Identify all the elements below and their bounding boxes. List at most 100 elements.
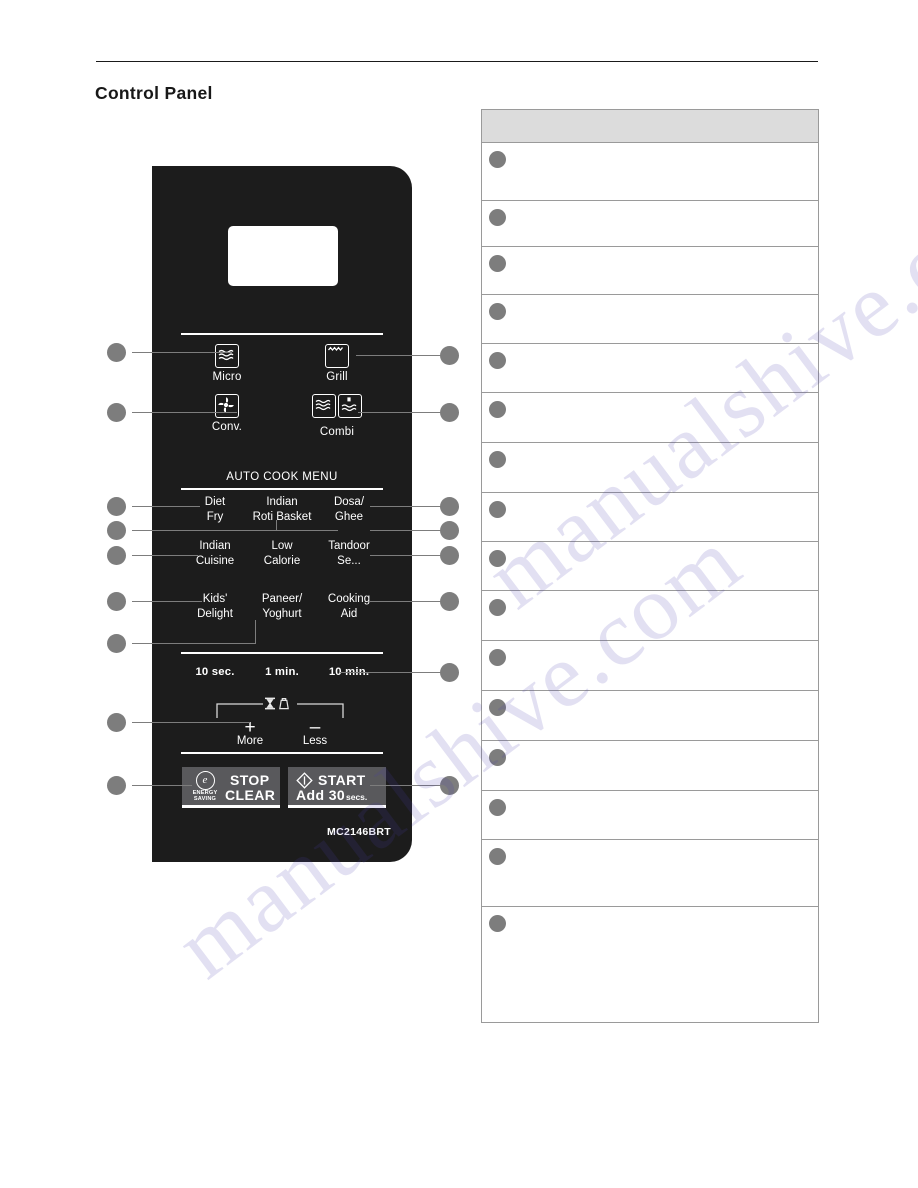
row-marker-icon <box>489 799 506 816</box>
callout-leader-14 <box>370 555 442 557</box>
callout-dot-3[interactable] <box>107 497 126 516</box>
callout-dot-2[interactable] <box>107 403 126 422</box>
table-row <box>482 443 818 493</box>
table-row <box>482 143 818 201</box>
table-row <box>482 907 818 1022</box>
mode-button-combi-label: Combi <box>319 426 355 438</box>
callout-leader-15 <box>370 601 442 603</box>
grill-element-icon <box>325 344 349 368</box>
adjust-button-more-label: More <box>236 735 264 747</box>
stop-clear-button[interactable]: e ENERGY SAVING STOP CLEAR <box>182 767 280 808</box>
row-marker-icon <box>489 550 506 567</box>
auto-cook-button-dosa-ghee-line2: Ghee <box>334 511 364 523</box>
callout-leader-12 <box>370 506 442 508</box>
row-marker-icon <box>489 303 506 320</box>
table-row <box>482 840 818 907</box>
callout-leader-1 <box>132 352 232 354</box>
callout-dot-4[interactable] <box>107 521 126 540</box>
callout-dot-15[interactable] <box>440 592 459 611</box>
hourglass-icon <box>265 697 275 710</box>
callout-leader-5 <box>132 555 198 557</box>
callout-dot-6[interactable] <box>107 592 126 611</box>
energy-saving-line2: SAVING <box>193 796 217 803</box>
row-marker-icon <box>489 915 506 932</box>
combi-micro-sub-icon <box>312 394 336 418</box>
combi-micro-grill-icon <box>312 394 362 418</box>
start-label: START <box>318 772 366 788</box>
table-row <box>482 542 818 591</box>
mode-button-convection-label: Conv. <box>211 421 243 433</box>
callout-leader-7-vertical <box>255 620 257 644</box>
clear-label: CLEAR <box>225 787 276 803</box>
table-row <box>482 247 818 295</box>
callout-dot-13[interactable] <box>440 521 459 540</box>
callout-dot-10[interactable] <box>440 346 459 365</box>
auto-cook-button-cooking-aid[interactable]: Cooking Aid <box>309 592 389 622</box>
microwave-waves-icon <box>215 344 239 368</box>
callout-leader-8 <box>132 722 250 724</box>
adjust-button-more[interactable]: + More <box>215 718 285 747</box>
add-30-label: Add 30 <box>296 787 346 803</box>
auto-cook-button-dosa-ghee-line1: Dosa/ <box>333 496 365 508</box>
auto-cook-button-tandoor-se[interactable]: Tandoor Se... <box>309 539 389 569</box>
start-button[interactable]: START Add 30 secs. <box>288 767 386 808</box>
auto-cook-menu-title: AUTO COOK MENU <box>226 471 338 483</box>
adjust-button-less-label: Less <box>302 735 328 747</box>
callout-dot-14[interactable] <box>440 546 459 565</box>
display-screen <box>228 226 338 286</box>
row-marker-icon <box>489 848 506 865</box>
callout-leader-16 <box>340 672 442 674</box>
time-button-1-min-label: 1 min. <box>265 666 299 678</box>
divider-actions-top <box>181 752 383 755</box>
control-panel-artwork: Micro Grill Conv. Combi AUTO COOK MENU D… <box>152 166 412 862</box>
callout-dot-17[interactable] <box>440 776 459 795</box>
callout-leader-13 <box>370 530 442 532</box>
divider-auto-cook-top <box>181 488 383 491</box>
description-table <box>481 109 819 1023</box>
mode-button-combi[interactable]: Combi <box>292 394 382 439</box>
table-row <box>482 393 818 443</box>
callout-dot-9[interactable] <box>107 776 126 795</box>
energy-saving-icon: e ENERGY SAVING <box>188 771 222 803</box>
page-title: Control Panel <box>95 83 213 103</box>
auto-cook-button-tandoor-se-line1: Tandoor <box>328 540 370 552</box>
table-row <box>482 295 818 344</box>
callout-dot-7[interactable] <box>107 634 126 653</box>
callout-dot-11[interactable] <box>440 403 459 422</box>
mode-button-grill[interactable]: Grill <box>292 344 382 384</box>
callout-leader-11 <box>358 412 442 414</box>
callout-leader-6 <box>132 601 202 603</box>
row-marker-icon <box>489 352 506 369</box>
callout-leader-2 <box>132 412 237 414</box>
stop-label: STOP <box>230 772 270 788</box>
callout-dot-8[interactable] <box>107 713 126 732</box>
callout-dot-16[interactable] <box>440 663 459 682</box>
row-marker-icon <box>489 749 506 766</box>
row-marker-icon <box>489 501 506 518</box>
mode-button-convection[interactable]: Conv. <box>182 394 272 434</box>
divider-top-modes <box>181 333 383 336</box>
auto-cook-button-cooking-aid-line1: Cooking <box>327 593 371 605</box>
table-row <box>482 641 818 691</box>
adjust-button-less[interactable]: – Less <box>280 718 350 747</box>
page-header-rule <box>96 61 818 62</box>
callout-leader-4-vertical <box>276 520 278 531</box>
table-row <box>482 344 818 393</box>
row-marker-icon <box>489 451 506 468</box>
table-row <box>482 691 818 741</box>
callout-dot-1[interactable] <box>107 343 126 362</box>
callout-leader-7 <box>132 643 256 645</box>
auto-cook-button-dosa-ghee[interactable]: Dosa/ Ghee <box>309 495 389 525</box>
callout-leader-4 <box>132 530 338 532</box>
add-30-secs-label: secs. <box>346 792 368 802</box>
callout-dot-12[interactable] <box>440 497 459 516</box>
energy-saving-badge-letter: e <box>195 771 215 790</box>
row-marker-icon <box>489 699 506 716</box>
row-marker-icon <box>489 401 506 418</box>
auto-cook-button-cooking-aid-line2: Aid <box>340 608 358 620</box>
table-row <box>482 741 818 791</box>
mode-button-micro[interactable]: Micro <box>182 344 272 384</box>
table-row <box>482 493 818 542</box>
row-marker-icon <box>489 151 506 168</box>
callout-dot-5[interactable] <box>107 546 126 565</box>
